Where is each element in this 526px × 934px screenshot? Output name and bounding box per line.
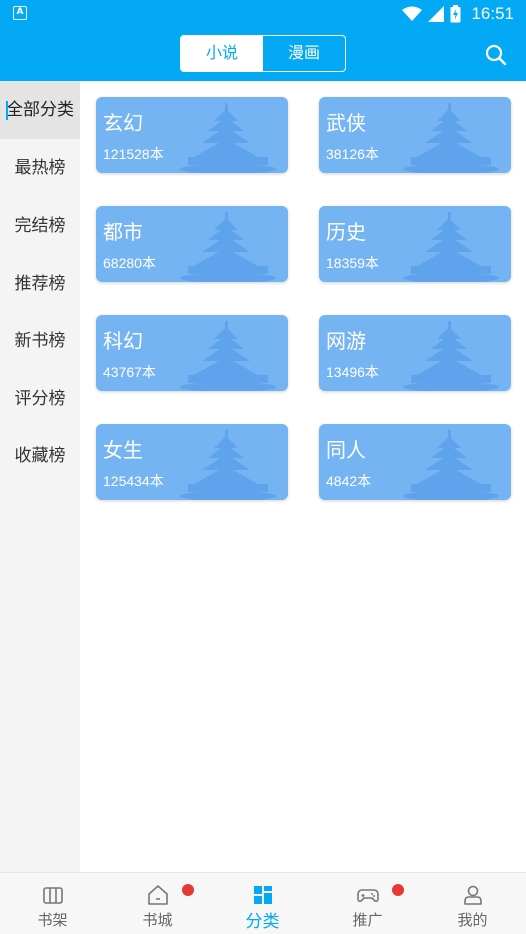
category-grid: 玄幻 121528本 武侠 38126本 都市 68280本 历史 18359本… bbox=[80, 81, 526, 872]
category-icon bbox=[254, 886, 272, 904]
category-name: 玄幻 bbox=[103, 111, 143, 135]
category-card-tongren[interactable]: 同人 4842本 bbox=[319, 424, 511, 500]
pagoda-decoration-icon bbox=[180, 430, 276, 500]
category-name: 科幻 bbox=[103, 329, 143, 353]
nav-label: 推广 bbox=[352, 911, 383, 929]
profile-icon bbox=[464, 885, 482, 905]
bookstore-badge bbox=[182, 884, 194, 896]
category-card-lishi[interactable]: 历史 18359本 bbox=[319, 206, 511, 282]
sidebar-item-completed[interactable]: 完结榜 bbox=[0, 197, 80, 255]
category-name: 武侠 bbox=[326, 111, 366, 135]
sidebar-item-favorites[interactable]: 收藏榜 bbox=[0, 427, 80, 485]
wifi-icon bbox=[402, 6, 423, 21]
status-bar: A 16:51 bbox=[0, 0, 526, 28]
category-count: 4842本 bbox=[326, 473, 372, 489]
gamepad-icon bbox=[357, 889, 379, 903]
sidebar-item-new-books[interactable]: 新书榜 bbox=[0, 312, 80, 370]
category-count: 18359本 bbox=[326, 255, 379, 271]
battery-icon bbox=[450, 5, 461, 23]
pagoda-decoration-icon bbox=[180, 103, 276, 173]
app-notification-icon: A bbox=[13, 6, 27, 20]
nav-bookstore[interactable]: 书城 bbox=[105, 873, 210, 934]
nav-promotion[interactable]: 推广 bbox=[315, 873, 420, 934]
nav-profile[interactable]: 我的 bbox=[420, 873, 525, 934]
pagoda-decoration-icon bbox=[180, 321, 276, 391]
pagoda-decoration-icon bbox=[403, 103, 499, 173]
nav-bookshelf[interactable]: 书架 bbox=[0, 873, 105, 934]
tab-novel[interactable]: 小说 bbox=[181, 36, 263, 71]
category-name: 都市 bbox=[103, 220, 143, 244]
pagoda-decoration-icon bbox=[180, 212, 276, 282]
home-icon bbox=[148, 885, 168, 905]
category-count: 13496本 bbox=[326, 364, 379, 380]
content-type-switch: 小说 漫画 bbox=[180, 35, 346, 72]
bookshelf-icon bbox=[43, 887, 63, 904]
category-count: 121528本 bbox=[103, 146, 164, 162]
pagoda-decoration-icon bbox=[403, 321, 499, 391]
pagoda-decoration-icon bbox=[403, 212, 499, 282]
category-card-kehuan[interactable]: 科幻 43767本 bbox=[96, 315, 288, 391]
category-name: 历史 bbox=[326, 220, 366, 244]
nav-category[interactable]: 分类 bbox=[210, 873, 315, 934]
pagoda-decoration-icon bbox=[403, 430, 499, 500]
promotion-badge bbox=[392, 884, 404, 896]
category-name: 同人 bbox=[326, 438, 366, 462]
sidebar-item-hottest[interactable]: 最热榜 bbox=[0, 139, 80, 197]
category-card-xuanhuan[interactable]: 玄幻 121528本 bbox=[96, 97, 288, 173]
category-count: 125434本 bbox=[103, 473, 164, 489]
nav-label: 我的 bbox=[457, 911, 488, 929]
nav-label: 书架 bbox=[37, 911, 68, 929]
sidebar-item-rating[interactable]: 评分榜 bbox=[0, 370, 80, 428]
category-name: 网游 bbox=[326, 329, 366, 353]
status-time: 16:51 bbox=[471, 4, 514, 23]
signal-icon bbox=[428, 6, 445, 22]
ranking-sidebar: 全部分类 最热榜 完结榜 推荐榜 新书榜 评分榜 收藏榜 bbox=[0, 81, 80, 872]
app-header: A 16:51 小说 漫画 bbox=[0, 0, 526, 81]
category-card-wuxia[interactable]: 武侠 38126本 bbox=[319, 97, 511, 173]
tab-comic[interactable]: 漫画 bbox=[263, 36, 345, 71]
nav-label: 分类 bbox=[245, 912, 280, 932]
bottom-navigation: 书架 书城 分类 推广 我的 bbox=[0, 872, 526, 934]
category-count: 68280本 bbox=[103, 255, 156, 271]
category-count: 38126本 bbox=[326, 146, 379, 162]
nav-label: 书城 bbox=[142, 911, 173, 929]
search-icon[interactable] bbox=[483, 42, 509, 68]
category-card-dushi[interactable]: 都市 68280本 bbox=[96, 206, 288, 282]
category-name: 女生 bbox=[103, 438, 143, 462]
category-count: 43767本 bbox=[103, 364, 156, 380]
category-card-wangyou[interactable]: 网游 13496本 bbox=[319, 315, 511, 391]
sidebar-item-recommended[interactable]: 推荐榜 bbox=[0, 255, 80, 313]
sidebar-item-all-categories[interactable]: 全部分类 bbox=[0, 81, 80, 139]
category-card-nvsheng[interactable]: 女生 125434本 bbox=[96, 424, 288, 500]
